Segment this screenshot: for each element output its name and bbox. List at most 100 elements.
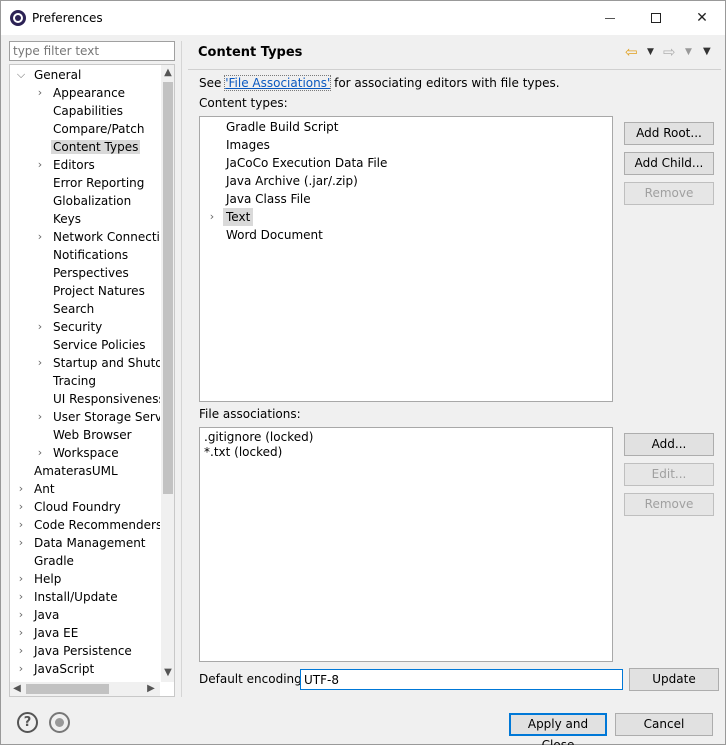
- tree-item[interactable]: › Java: [19, 606, 61, 624]
- chevron-down-icon[interactable]: ⌵: [16, 66, 26, 84]
- tree-item[interactable]: Capabilities: [51, 102, 125, 120]
- tree-item-label: Cloud Foundry: [34, 500, 121, 514]
- tree-item[interactable]: › Appearance: [38, 84, 127, 102]
- tree-item[interactable]: Globalization: [51, 192, 133, 210]
- tree-item-label: Globalization: [53, 194, 132, 208]
- chevron-right-icon[interactable]: ›: [35, 354, 45, 372]
- tree-item[interactable]: › User Storage Service: [38, 408, 160, 426]
- scroll-left-icon[interactable]: ◀: [10, 682, 24, 696]
- tree-vertical-scrollbar[interactable]: ▲ ▼: [161, 65, 174, 682]
- scroll-right-icon[interactable]: ▶: [144, 682, 158, 696]
- file-association-item[interactable]: .gitignore (locked): [204, 430, 313, 445]
- view-menu-icon[interactable]: ▼: [703, 43, 711, 61]
- content-type-item[interactable]: Java Class File: [200, 190, 612, 208]
- content-type-item[interactable]: › Text: [200, 208, 612, 226]
- content-type-item[interactable]: Images: [200, 136, 612, 154]
- minimize-button[interactable]: [587, 1, 633, 35]
- tree-item[interactable]: › Ant: [19, 480, 57, 498]
- panel-divider[interactable]: [181, 41, 182, 697]
- chevron-right-icon[interactable]: ›: [16, 498, 26, 516]
- add-child-button[interactable]: Add Child...: [624, 152, 714, 175]
- tree-item[interactable]: Project Natures: [51, 282, 147, 300]
- tree-item[interactable]: › JavaScript: [19, 660, 96, 678]
- tree-item[interactable]: › Security: [38, 318, 104, 336]
- tree-item[interactable]: › Java EE: [19, 624, 80, 642]
- help-icon[interactable]: ?: [17, 712, 38, 733]
- chevron-right-icon[interactable]: ›: [35, 444, 45, 462]
- apply-and-close-button[interactable]: Apply and Close: [509, 713, 607, 745]
- file-associations-label: File associations:: [199, 407, 301, 421]
- tree-item-label: Search: [53, 302, 95, 316]
- chevron-right-icon[interactable]: ›: [35, 156, 45, 174]
- tree-item[interactable]: AmaterasUML: [32, 462, 120, 480]
- tree-item[interactable]: UI Responsiveness M: [51, 390, 160, 408]
- file-association-item[interactable]: *.txt (locked): [204, 445, 282, 460]
- scrollbar-thumb[interactable]: [26, 684, 109, 694]
- content-type-item[interactable]: Gradle Build Script: [200, 118, 612, 136]
- cancel-button[interactable]: Cancel: [615, 713, 713, 736]
- chevron-down-icon[interactable]: ▼: [685, 43, 692, 61]
- arrow-left-icon[interactable]: ⇦: [625, 43, 638, 61]
- title-bar: Preferences ✕: [1, 1, 725, 35]
- chevron-right-icon[interactable]: ›: [16, 606, 26, 624]
- hint-suffix: for associating editors with file types.: [330, 76, 560, 90]
- file-associations-link[interactable]: 'File Associations': [224, 75, 332, 91]
- chevron-right-icon[interactable]: ›: [35, 318, 45, 336]
- tree-item[interactable]: ⌵ General: [17, 66, 83, 84]
- tree-item[interactable]: › Data Management: [19, 534, 148, 552]
- chevron-right-icon[interactable]: ›: [16, 516, 26, 534]
- tree-item[interactable]: › Java Persistence: [19, 642, 134, 660]
- scrollbar-thumb[interactable]: [163, 82, 173, 494]
- import-export-icon[interactable]: [49, 712, 70, 733]
- chevron-right-icon[interactable]: ›: [35, 228, 45, 246]
- tree-item[interactable]: Notifications: [51, 246, 130, 264]
- tree-item[interactable]: Content Types: [51, 138, 141, 156]
- tree-item[interactable]: Error Reporting: [51, 174, 146, 192]
- tree-item[interactable]: › Install/Update: [19, 588, 120, 606]
- arrow-right-icon[interactable]: ⇨: [663, 43, 676, 61]
- chevron-right-icon[interactable]: ›: [16, 588, 26, 606]
- tree-item[interactable]: › Network Connection: [38, 228, 160, 246]
- tree-item[interactable]: › Startup and Shutdo: [38, 354, 160, 372]
- tree-item[interactable]: › Workspace: [38, 444, 121, 462]
- scroll-up-icon[interactable]: ▲: [161, 65, 174, 81]
- tree-horizontal-scrollbar[interactable]: ◀ ▶: [10, 682, 160, 696]
- tree-item[interactable]: Gradle: [32, 552, 76, 570]
- chevron-down-icon[interactable]: ▼: [647, 43, 654, 61]
- tree-item[interactable]: Search: [51, 300, 96, 318]
- add-root-button[interactable]: Add Root...: [624, 122, 714, 145]
- content-type-item[interactable]: Word Document: [200, 226, 612, 244]
- remove-association-button[interactable]: Remove: [624, 493, 714, 516]
- tree-item[interactable]: › Code Recommenders: [19, 516, 160, 534]
- chevron-right-icon[interactable]: ›: [16, 480, 26, 498]
- tree-item[interactable]: Compare/Patch: [51, 120, 146, 138]
- tree-item[interactable]: Service Policies: [51, 336, 148, 354]
- tree-item[interactable]: Keys: [51, 210, 83, 228]
- tree-item[interactable]: › Editors: [38, 156, 97, 174]
- tree-item[interactable]: › Cloud Foundry: [19, 498, 123, 516]
- default-encoding-input[interactable]: [300, 669, 623, 690]
- content-type-item[interactable]: JaCoCo Execution Data File: [200, 154, 612, 172]
- edit-association-button[interactable]: Edit...: [624, 463, 714, 486]
- chevron-right-icon[interactable]: ›: [16, 660, 26, 678]
- tree-item-label: Project Natures: [53, 284, 145, 298]
- add-association-button[interactable]: Add...: [624, 433, 714, 456]
- content-type-item[interactable]: Java Archive (.jar/.zip): [200, 172, 612, 190]
- filter-input[interactable]: [9, 41, 175, 61]
- chevron-right-icon[interactable]: ›: [16, 642, 26, 660]
- tree-item[interactable]: › Help: [19, 570, 63, 588]
- remove-content-type-button[interactable]: Remove: [624, 182, 714, 205]
- chevron-right-icon[interactable]: ›: [16, 534, 26, 552]
- update-button[interactable]: Update: [629, 668, 719, 691]
- chevron-right-icon[interactable]: ›: [16, 624, 26, 642]
- tree-item[interactable]: Web Browser: [51, 426, 134, 444]
- maximize-button[interactable]: [633, 1, 679, 35]
- chevron-right-icon[interactable]: ›: [16, 570, 26, 588]
- chevron-right-icon[interactable]: ›: [207, 208, 217, 226]
- chevron-right-icon[interactable]: ›: [35, 408, 45, 426]
- chevron-right-icon[interactable]: ›: [35, 84, 45, 102]
- close-button[interactable]: ✕: [679, 1, 725, 35]
- tree-item[interactable]: Perspectives: [51, 264, 131, 282]
- tree-item[interactable]: Tracing: [51, 372, 98, 390]
- scroll-down-icon[interactable]: ▼: [161, 665, 174, 681]
